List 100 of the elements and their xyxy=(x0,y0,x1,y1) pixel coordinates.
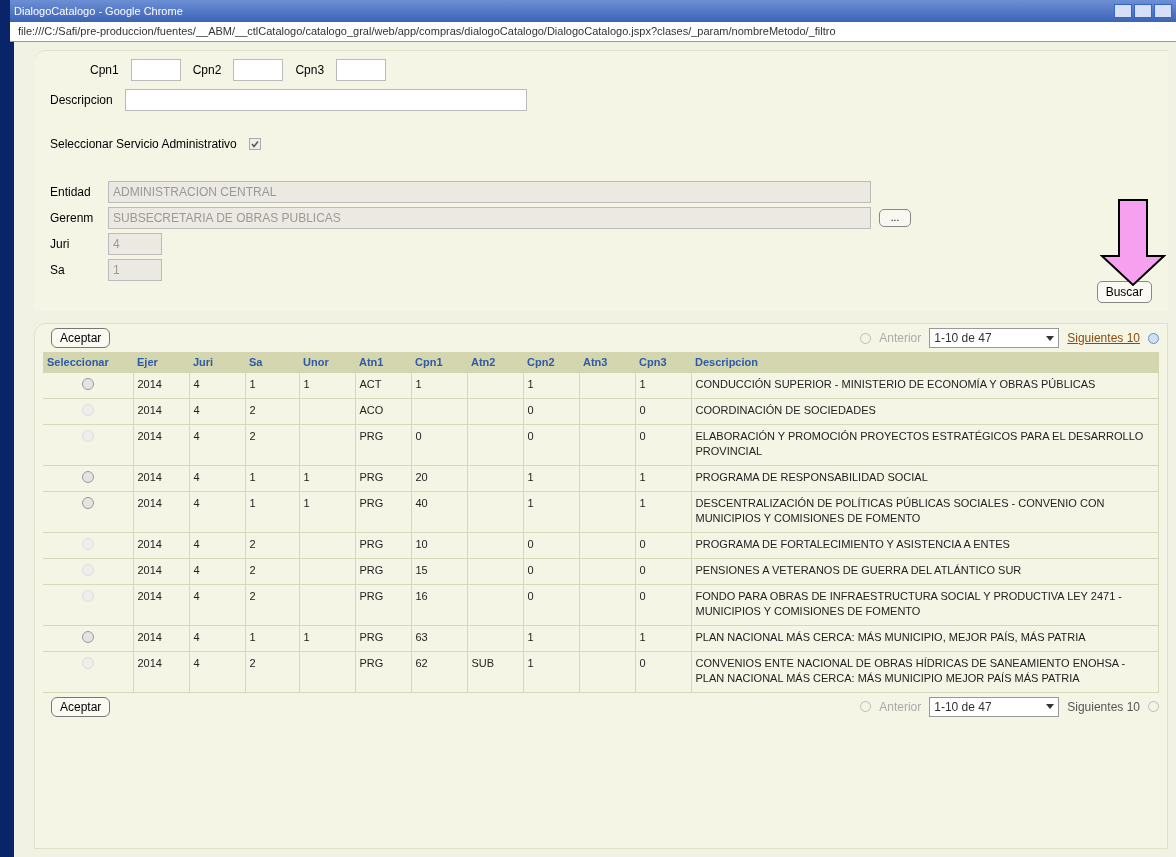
cpn-field[interactable] xyxy=(336,59,387,81)
table-cell: 0 xyxy=(639,403,646,416)
address-bar[interactable]: file:///C:/Safi/pre-produccion/fuentes/__ABM/__ctlCatalogo/catalogo_gral/web/app/compras/dialogoCatalogo/DialogoCatalogo.jspx?clases/_param/nombreMetodo/_filtro xyxy=(10,22,1176,42)
radio-button[interactable] xyxy=(81,377,94,390)
table-cell: 2014 xyxy=(137,563,162,576)
range-select[interactable]: 1-10 de 47 xyxy=(929,328,1060,348)
table-cell: 40 xyxy=(415,496,428,509)
radio-button[interactable] xyxy=(81,630,94,643)
table-cell: 15 xyxy=(415,563,428,576)
table-cell: 63 xyxy=(415,630,428,643)
field-label: Entidad xyxy=(50,184,92,201)
table-cell: FONDO PARA OBRAS DE INFRAESTRUCTURA SOCIAL Y PRODUCTIVA LEY 2471 - MUNICIPIOS Y COMISIONES DE FOMENTO xyxy=(695,589,1122,617)
table-cell: 0 xyxy=(527,563,534,576)
minimize-button[interactable] xyxy=(1114,4,1132,18)
column-header: Atn1 xyxy=(355,352,411,373)
table-cell: PLAN NACIONAL MÁS CERCA: MÁS MUNICIPIO, MEJOR PAÍS, MÁS PATRIA xyxy=(695,630,1086,643)
accept-button[interactable]: Aceptar xyxy=(51,328,111,348)
table-cell: 1 xyxy=(415,377,422,390)
table-cell: 1 xyxy=(639,377,646,390)
table-cell: CONVENIOS ENTE NACIONAL DE OBRAS HÍDRICAS DE SANEAMIENTO ENOHSA - PLAN NACIONAL MÁS CERCA: MÁS MUNICIPIO MEJOR PAÍS MÁS PATRIA xyxy=(695,656,1126,684)
radio-button[interactable] xyxy=(81,470,94,483)
close-button[interactable] xyxy=(1154,4,1172,18)
table-cell: 1 xyxy=(249,496,256,509)
sa-field: 1 xyxy=(108,259,162,281)
table-cell: 2014 xyxy=(137,630,162,643)
cpn-field[interactable] xyxy=(233,59,284,81)
table-cell: 2014 xyxy=(137,429,162,442)
column-header: Descripcion xyxy=(691,352,1159,373)
table-cell: PROGRAMA DE FORTALECIMIENTO Y ASISTENCIA A ENTES xyxy=(695,537,1010,550)
browse-button[interactable]: ... xyxy=(879,209,911,227)
column-header: Juri xyxy=(189,352,245,373)
table-cell: DESCENTRALIZACIÓN DE POLÍTICAS PÚBLICAS SOCIALES - CONVENIO CON MUNICIPIOS Y COMISIONES DE FOMENTO xyxy=(695,496,1105,524)
field-label: Descripcion xyxy=(50,92,113,109)
table-cell: 0 xyxy=(527,537,534,550)
table-cell: 2014 xyxy=(137,496,162,509)
table-cell: 2014 xyxy=(137,377,162,390)
search-button[interactable]: Buscar xyxy=(1096,281,1152,303)
checkbox-label: Seleccionar Servicio Administrativo xyxy=(50,136,237,153)
column-header: Atn3 xyxy=(579,352,635,373)
table-cell: ACT xyxy=(359,377,382,390)
table-cell: 1 xyxy=(249,377,256,390)
table-cell: 1 xyxy=(639,630,646,643)
table-cell: 1 xyxy=(527,377,534,390)
table-cell: 2 xyxy=(249,403,256,416)
table-cell: PENSIONES A VETERANOS DE GUERRA DEL ATLÁNTICO SUR xyxy=(695,563,1022,576)
table-cell: 4 xyxy=(193,537,200,550)
table-cell: PRG xyxy=(359,537,384,550)
table-cell: 1 xyxy=(639,470,646,483)
table-cell: 2014 xyxy=(137,656,162,669)
table-cell: PRG xyxy=(359,496,384,509)
column-header: Seleccionar xyxy=(43,352,133,373)
table-cell: 1 xyxy=(303,470,310,483)
table-cell: 0 xyxy=(639,537,646,550)
url-text: file:///C:/Safi/pre-produccion/fuentes/__ABM/__ctlCatalogo/catalogo_gral/web/app/compras/dialogoCatalogo/DialogoCatalogo.jspx?clases/_param/nombreMetodo/_filtro xyxy=(18,24,836,40)
table-cell: 2 xyxy=(249,563,256,576)
table-cell: 0 xyxy=(639,563,646,576)
table-cell: 0 xyxy=(639,429,646,442)
description-field[interactable] xyxy=(124,89,527,111)
table-cell: 2 xyxy=(249,429,256,442)
radio-button[interactable] xyxy=(81,496,94,509)
table-cell: 1 xyxy=(527,630,534,643)
table-cell: PROGRAMA DE RESPONSABILIDAD SOCIAL xyxy=(695,470,928,483)
table-cell: 4 xyxy=(193,589,200,602)
table-cell: 4 xyxy=(193,470,200,483)
table-cell: 0 xyxy=(639,589,646,602)
table-cell: 4 xyxy=(193,403,200,416)
table-cell: 1 xyxy=(303,377,310,390)
table-cell: 0 xyxy=(639,656,646,669)
table-cell: PRG xyxy=(359,589,384,602)
table-cell: 2014 xyxy=(137,589,162,602)
table-cell: PRG xyxy=(359,563,384,576)
table-cell: 1 xyxy=(527,656,534,669)
next-link[interactable]: Siguientes 10 xyxy=(1067,697,1140,716)
table-cell: 62 xyxy=(415,656,428,669)
cpn-field[interactable] xyxy=(130,59,181,81)
table-cell: 1 xyxy=(639,496,646,509)
table-cell: COORDINACIÓN DE SOCIEDADES xyxy=(695,403,876,416)
field-label: Cpn2 xyxy=(192,62,222,79)
table-cell: CONDUCCIÓN SUPERIOR - MINISTERIO DE ECONOMÍA Y OBRAS PÚBLICAS xyxy=(695,377,1096,390)
checkbox[interactable] xyxy=(248,138,261,150)
table-cell: ELABORACIÓN Y PROMOCIÓN PROYECTOS ESTRATÉGICOS PARA EL DESARROLLO PROVINCIAL xyxy=(695,429,1144,457)
table-cell: 2 xyxy=(249,656,256,669)
dropdown-arrow-icon xyxy=(1046,704,1055,709)
table-cell: 4 xyxy=(193,429,200,442)
accept-button[interactable]: Aceptar xyxy=(51,696,111,717)
table-cell: 1 xyxy=(249,630,256,643)
maximize-button[interactable] xyxy=(1134,4,1152,18)
table-cell: 0 xyxy=(527,403,534,416)
dropdown-arrow-icon xyxy=(1046,335,1055,341)
field-label: Cpn3 xyxy=(295,62,325,79)
table-cell: 1 xyxy=(527,496,534,509)
next-link[interactable]: Siguientes 10 xyxy=(1067,329,1140,347)
table-cell: SUB xyxy=(471,656,495,669)
table-cell: 4 xyxy=(193,496,200,509)
field-label: Cpn1 xyxy=(90,62,119,79)
range-select[interactable]: 1-10 de 47 xyxy=(929,696,1060,717)
table-cell: 4 xyxy=(193,377,200,390)
column-header: Cpn3 xyxy=(635,352,691,373)
table-cell: 10 xyxy=(415,537,428,550)
next-icon xyxy=(1148,332,1159,344)
